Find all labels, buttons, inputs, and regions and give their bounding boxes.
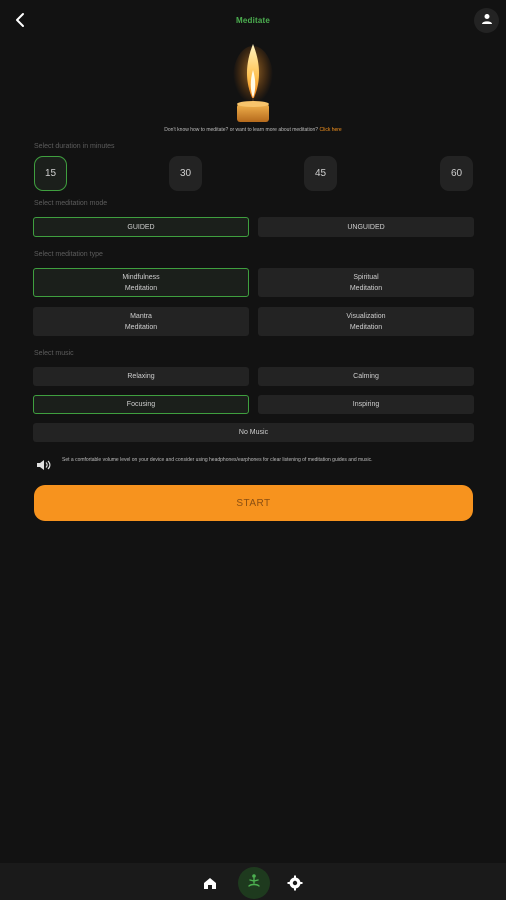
type-mindfulness-button[interactable]: Mindfulness Meditation — [33, 268, 249, 297]
type-visualization-button[interactable]: Visualization Meditation — [258, 307, 474, 336]
duration-label: Select duration in minutes — [34, 143, 115, 150]
duration-option-15[interactable]: 15 — [34, 156, 67, 191]
music-inspiring-button[interactable]: Inspiring — [258, 395, 474, 414]
music-calming-label: Calming — [353, 373, 379, 380]
learn-more-link[interactable]: Click here — [319, 127, 341, 133]
person-icon — [481, 12, 493, 30]
music-focusing-button[interactable]: Focusing — [33, 395, 249, 414]
type-visualization-line2: Meditation — [349, 323, 383, 331]
volume-note-text: Set a comfortable volume level on your d… — [62, 457, 373, 463]
speaker-icon — [35, 456, 53, 474]
type-label: Select meditation type — [34, 251, 103, 258]
type-mindfulness-line1: Mindfulness — [122, 273, 160, 281]
start-button[interactable]: START — [34, 485, 473, 521]
music-no-music-button[interactable]: No Music — [33, 423, 474, 442]
mode-unguided-label: UNGUIDED — [347, 223, 385, 231]
duration-option-45[interactable]: 45 — [304, 156, 337, 191]
duration-option-60[interactable]: 60 — [440, 156, 473, 191]
music-relaxing-label: Relaxing — [127, 373, 155, 380]
settings-icon[interactable] — [287, 875, 303, 891]
music-calming-button[interactable]: Calming — [258, 367, 474, 386]
page-title: Meditate — [235, 16, 271, 25]
start-button-label: START — [236, 497, 271, 509]
bottom-nav — [0, 863, 506, 900]
type-mantra-line1: Mantra — [130, 312, 152, 320]
learn-more-question: Don't know how to meditate? or want to l… — [164, 127, 319, 133]
top-bar: Meditate — [0, 0, 506, 40]
type-mantra-line2: Meditation — [124, 323, 158, 331]
type-spiritual-line2: Meditation — [349, 284, 383, 292]
music-relaxing-button[interactable]: Relaxing — [33, 367, 249, 386]
music-no-music-label: No Music — [238, 429, 269, 436]
meditation-icon — [246, 873, 262, 894]
type-spiritual-line1: Spiritual — [353, 273, 379, 281]
music-label: Select music — [34, 350, 74, 357]
type-mindfulness-line2: Meditation — [124, 284, 158, 292]
home-icon[interactable] — [202, 875, 218, 891]
mode-unguided-button[interactable]: UNGUIDED — [258, 217, 474, 237]
meditation-nav-button[interactable] — [238, 867, 270, 899]
type-spiritual-button[interactable]: Spiritual Meditation — [258, 268, 474, 297]
duration-option-30[interactable]: 30 — [169, 156, 202, 191]
music-focusing-label: Focusing — [126, 401, 156, 408]
music-inspiring-label: Inspiring — [352, 401, 380, 408]
profile-button[interactable] — [474, 8, 499, 33]
learn-more-text: Don't know how to meditate? or want to l… — [0, 127, 506, 133]
type-mantra-button[interactable]: Mantra Meditation — [33, 307, 249, 336]
mode-label: Select meditation mode — [34, 200, 108, 207]
candle-image — [230, 40, 276, 126]
mode-guided-button[interactable]: GUIDED — [33, 217, 249, 237]
mode-guided-label: GUIDED — [127, 223, 155, 231]
type-visualization-line1: Visualization — [346, 312, 386, 320]
